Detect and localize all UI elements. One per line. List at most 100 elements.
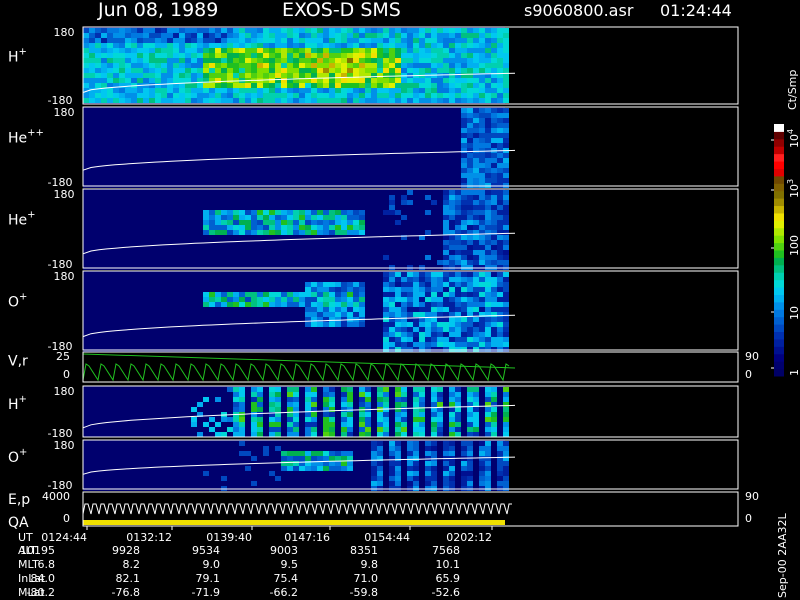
panel-2-cell bbox=[209, 163, 215, 168]
panel-1-cell bbox=[383, 58, 389, 63]
panel-2-cell bbox=[317, 163, 323, 168]
panel-2-cell bbox=[473, 118, 479, 123]
panel-3-cell bbox=[305, 215, 311, 220]
panel-1-cell bbox=[431, 53, 437, 58]
panel-3-cell bbox=[383, 200, 389, 205]
panel-1-cell bbox=[101, 98, 107, 103]
panel-6-cell bbox=[179, 392, 185, 397]
panel-1-cell bbox=[287, 43, 293, 48]
panel-1-cell bbox=[425, 28, 431, 33]
panel-1-cell bbox=[113, 93, 119, 98]
panel-1-cell bbox=[239, 38, 245, 43]
panel-3-cell bbox=[155, 225, 161, 230]
panel-2-cell bbox=[179, 168, 185, 173]
panel-4-cell bbox=[467, 277, 473, 282]
panel-6-cell bbox=[143, 422, 149, 427]
panel-4-cell bbox=[305, 272, 311, 277]
panel-4-cell bbox=[383, 322, 389, 327]
panel-1-cell bbox=[335, 53, 341, 58]
panel-4-cell bbox=[185, 317, 191, 322]
panel-4-cell bbox=[311, 337, 317, 342]
panel-3-cell bbox=[125, 205, 131, 210]
panel-1-cell bbox=[89, 38, 95, 43]
panel-1-cell bbox=[233, 68, 239, 73]
panel-6-cell bbox=[179, 387, 185, 392]
panel-1-cell bbox=[293, 28, 299, 33]
panel-2-cell bbox=[437, 128, 443, 133]
panel-2-cell bbox=[209, 133, 215, 138]
panel-3-cell bbox=[479, 255, 485, 260]
panel-6-cell bbox=[305, 427, 311, 432]
panel-4-cell bbox=[257, 292, 263, 297]
panel-1-cell bbox=[191, 48, 197, 53]
panel-2-cell bbox=[233, 128, 239, 133]
panel-2-cell bbox=[479, 138, 485, 143]
panel-3-cell bbox=[299, 210, 305, 215]
panel-6-cell bbox=[173, 422, 179, 427]
panel-2-cell bbox=[125, 108, 131, 113]
panel-2-cell bbox=[305, 108, 311, 113]
panel-1-cell bbox=[209, 33, 215, 38]
panel-3-cell bbox=[395, 220, 401, 225]
panel-3-cell bbox=[347, 250, 353, 255]
panel-4-cell bbox=[455, 272, 461, 277]
panel-1-cell bbox=[491, 43, 497, 48]
panel-4-cell bbox=[431, 342, 437, 347]
panel-4-cell bbox=[233, 307, 239, 312]
panel-3-cell bbox=[407, 260, 413, 265]
panel-2-cell bbox=[119, 173, 125, 178]
panel-2-cell bbox=[119, 148, 125, 153]
panel-4-cell bbox=[491, 272, 497, 277]
panel-1-cell bbox=[419, 48, 425, 53]
panel-1-cell bbox=[131, 68, 137, 73]
panel-6-cell bbox=[323, 412, 329, 417]
panel-6-cell bbox=[101, 417, 107, 422]
panel-4-cell bbox=[239, 297, 245, 302]
panel-4-cell bbox=[317, 332, 323, 337]
panel-6-cell bbox=[149, 412, 155, 417]
panel-3-cell bbox=[497, 240, 503, 245]
panel-4-cell bbox=[371, 272, 377, 277]
panel-4-cell bbox=[503, 302, 509, 307]
panel-4-cell bbox=[389, 277, 395, 282]
panel-4-cell bbox=[125, 287, 131, 292]
panel-6-cell bbox=[335, 432, 341, 437]
panel-2-cell bbox=[263, 178, 269, 183]
panel-4-cell bbox=[371, 327, 377, 332]
panel-2-cell bbox=[119, 168, 125, 173]
panel-2-cell bbox=[269, 113, 275, 118]
panel-2-cell bbox=[143, 163, 149, 168]
panel-3-cell bbox=[257, 215, 263, 220]
panel-2-cell bbox=[323, 168, 329, 173]
panel-3-cell bbox=[179, 210, 185, 215]
panel-1-cell bbox=[323, 88, 329, 93]
panel-4-cell bbox=[299, 297, 305, 302]
panel-1-cell bbox=[209, 98, 215, 103]
panel-4-cell bbox=[437, 277, 443, 282]
panel-4-cell bbox=[299, 277, 305, 282]
panel-1-cell bbox=[365, 43, 371, 48]
panel-4-cell bbox=[335, 317, 341, 322]
panel-3-cell bbox=[497, 250, 503, 255]
panel-1-cell bbox=[479, 43, 485, 48]
panel-3-cell bbox=[83, 240, 89, 245]
panel-2-cell bbox=[473, 113, 479, 118]
panel-2-cell bbox=[479, 113, 485, 118]
panel-4-cell bbox=[113, 272, 119, 277]
panel-2-cell bbox=[413, 178, 419, 183]
panel-4-cell bbox=[221, 282, 227, 287]
panel-4-cell bbox=[203, 287, 209, 292]
panel-1-cell bbox=[311, 58, 317, 63]
panel-2-cell bbox=[215, 163, 221, 168]
panel-1-cell bbox=[347, 93, 353, 98]
panel-2-cell bbox=[293, 108, 299, 113]
panel-1-cell bbox=[461, 58, 467, 63]
panel-2-cell bbox=[395, 128, 401, 133]
panel-3-cell bbox=[323, 195, 329, 200]
panel-6-cell bbox=[293, 402, 299, 407]
panel-3-cell bbox=[107, 225, 113, 230]
panel-1-cell bbox=[455, 83, 461, 88]
panel-1-cell bbox=[137, 48, 143, 53]
panel-4-cell bbox=[497, 287, 503, 292]
panel-4-cell bbox=[371, 342, 377, 347]
